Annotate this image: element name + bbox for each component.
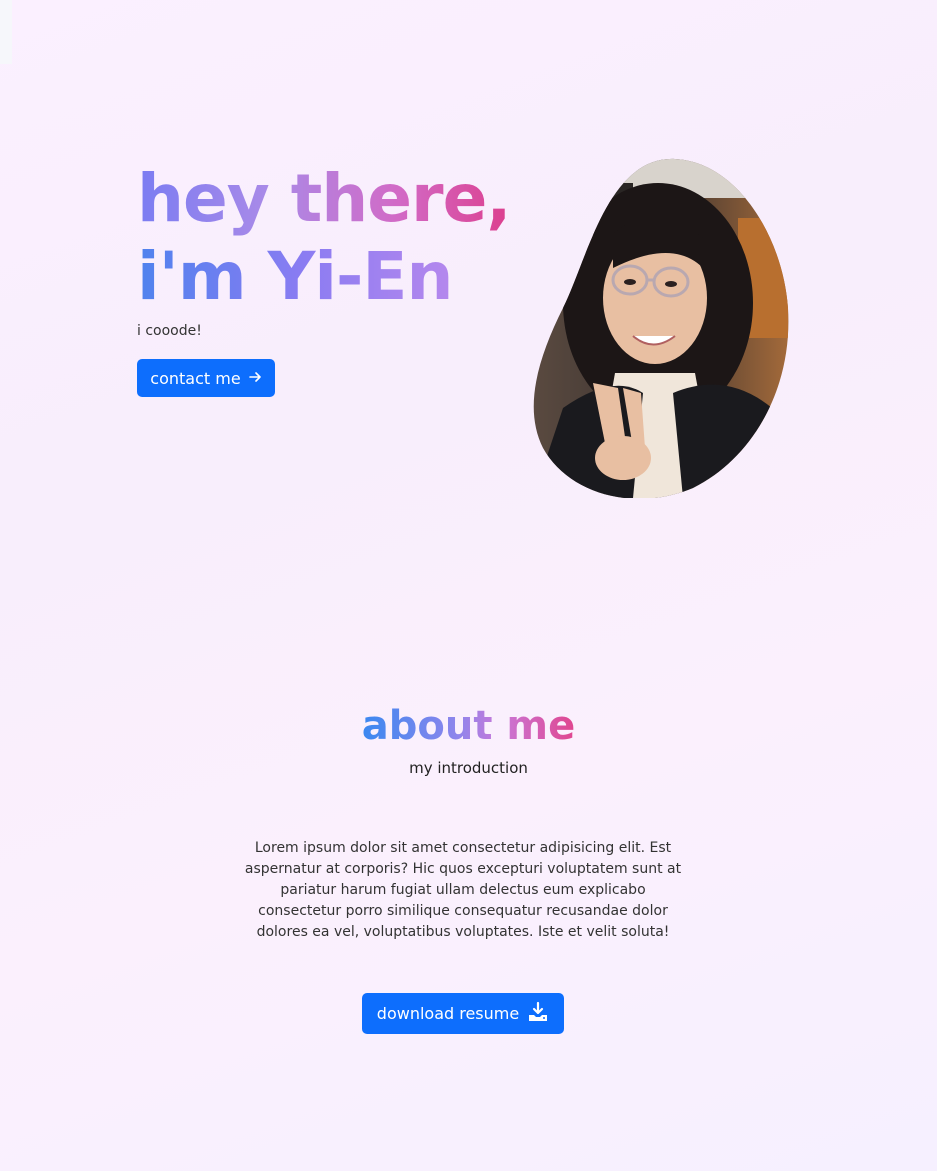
download-icon [527, 1001, 549, 1027]
download-resume-label: download resume [376, 1004, 520, 1023]
hero-section: hey there, i'm Yi-En i cooode! contact m… [0, 0, 937, 700]
about-subtitle: my introduction [409, 759, 528, 777]
contact-me-button[interactable]: contact me [137, 359, 275, 397]
greeting-line-2: i'm Yi-En [137, 238, 510, 316]
about-body: Lorem ipsum dolor sit amet consectetur a… [244, 840, 682, 940]
arrow-right-icon [248, 371, 262, 386]
contact-me-label: contact me [150, 368, 241, 388]
portrait-photo [533, 158, 789, 498]
download-resume-button[interactable]: download resume [362, 993, 564, 1034]
about-title-text: about me [361, 703, 576, 749]
greeting-line-1: hey there, [137, 160, 511, 237]
hero-greeting: hey there, i'm Yi-En [137, 160, 511, 316]
hero-tagline: i cooode! [137, 323, 202, 339]
about-title: about me [0, 700, 937, 752]
